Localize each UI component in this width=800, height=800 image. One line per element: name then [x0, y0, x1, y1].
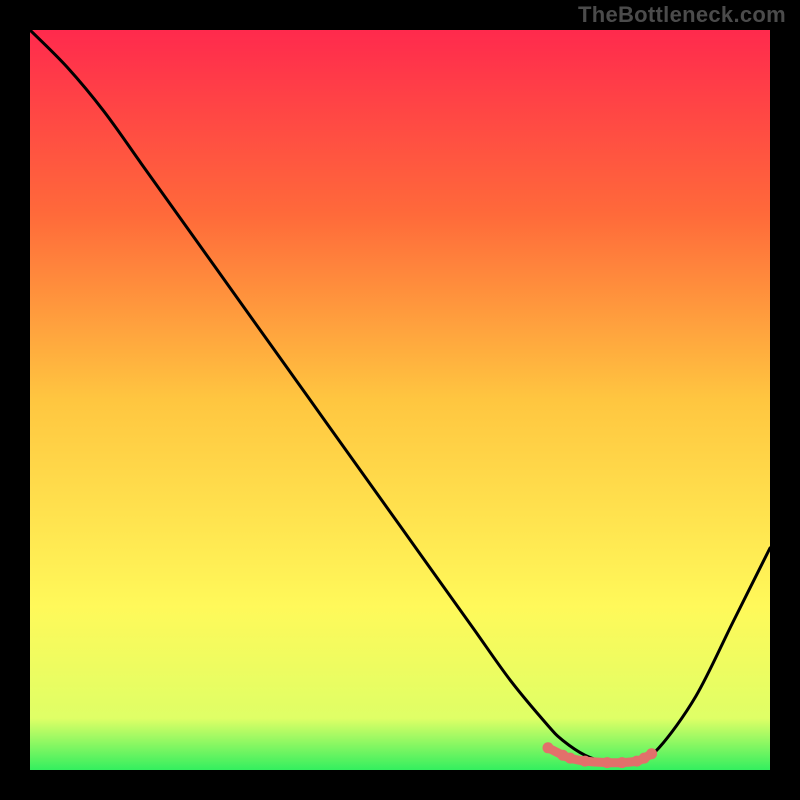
- optimal-zone-point: [565, 753, 576, 764]
- optimal-zone-point: [543, 742, 554, 753]
- plot-area: [30, 30, 770, 770]
- plot-svg: [30, 30, 770, 770]
- chart-stage: TheBottleneck.com: [0, 0, 800, 800]
- optimal-zone-point: [646, 748, 657, 759]
- gradient-background: [30, 30, 770, 770]
- optimal-zone-point: [617, 757, 628, 768]
- optimal-zone-point: [602, 757, 613, 768]
- watermark-text: TheBottleneck.com: [578, 2, 786, 28]
- optimal-zone-point: [580, 756, 591, 767]
